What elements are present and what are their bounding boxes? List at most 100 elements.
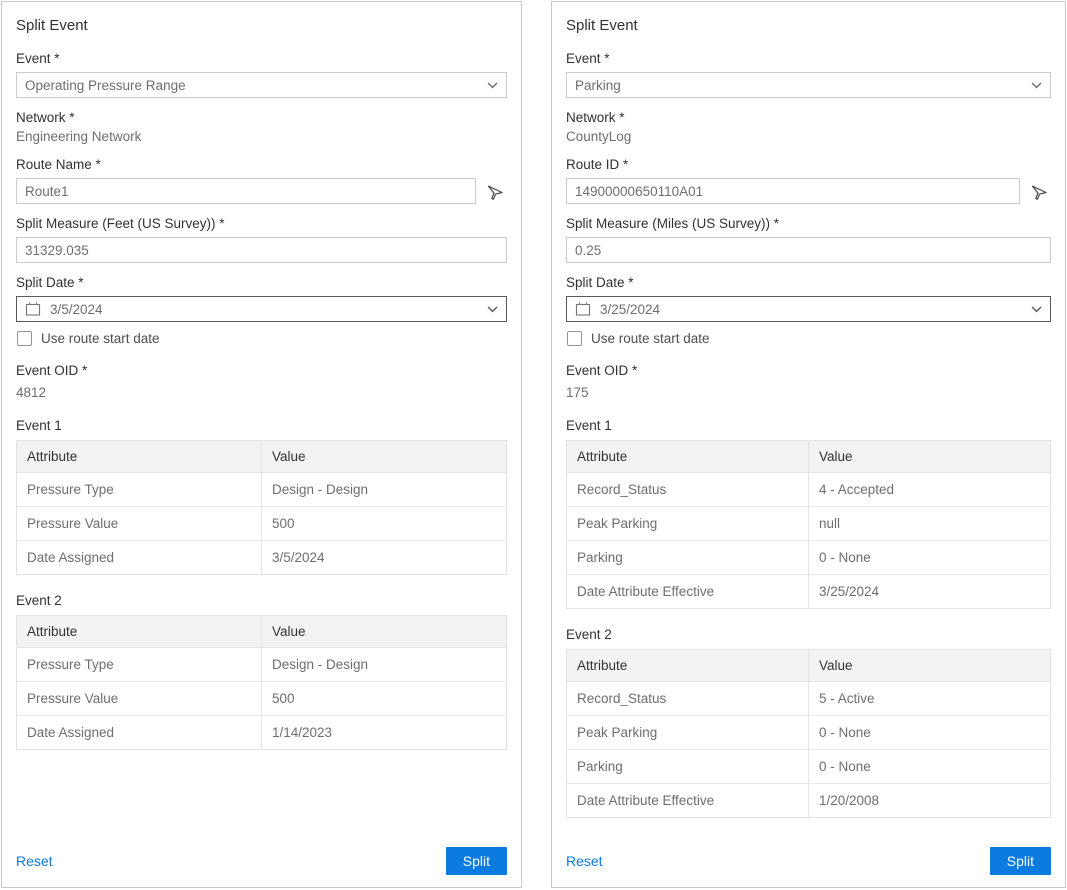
attribute-cell: Pressure Value: [17, 507, 262, 541]
measure-input[interactable]: [16, 237, 507, 263]
measure-label: Split Measure (Feet (US Survey)) *: [16, 216, 507, 231]
split-button[interactable]: Split: [446, 847, 507, 875]
event-oid-field: Event OID * 4812: [16, 363, 507, 400]
route-label: Route ID *: [566, 157, 1051, 172]
select-location-button[interactable]: [1027, 179, 1051, 203]
measure-field: Split Measure (Feet (US Survey)) *: [16, 216, 507, 263]
event-field: Event * Operating Pressure Range: [16, 51, 507, 98]
attribute-cell: Parking: [567, 541, 809, 575]
use-route-start-date-row: Use route start date: [16, 331, 507, 346]
value-column-header: Value: [809, 441, 1051, 473]
cursor-arrow-icon: [1030, 182, 1049, 201]
event-select[interactable]: Parking: [566, 72, 1051, 98]
attribute-cell: Date Assigned: [17, 716, 262, 750]
value-cell: 1/20/2008: [809, 784, 1051, 818]
value-cell: Design - Design: [262, 648, 507, 682]
attribute-cell: Date Attribute Effective: [567, 575, 809, 609]
cursor-arrow-icon: [486, 182, 505, 201]
event-select-value: Parking: [575, 78, 621, 93]
value-cell: 3/25/2024: [809, 575, 1051, 609]
date-label: Split Date *: [16, 275, 507, 290]
table-header-row: Attribute Value: [17, 616, 507, 648]
chevron-down-icon: [1031, 306, 1042, 313]
table-row: Date Attribute Effective 3/25/2024: [567, 575, 1051, 609]
value-column-header: Value: [262, 441, 507, 473]
value-cell: 4 - Accepted: [809, 473, 1051, 507]
use-route-start-date-row: Use route start date: [566, 331, 1051, 346]
event-oid-value: 4812: [16, 385, 507, 400]
panel-title: Split Event: [566, 17, 1051, 34]
event-label: Event *: [566, 51, 1051, 66]
table-header-row: Attribute Value: [567, 441, 1051, 473]
value-cell: null: [809, 507, 1051, 541]
route-input[interactable]: [16, 178, 476, 204]
value-cell: 0 - None: [809, 541, 1051, 575]
event-oid-label: Event OID *: [566, 363, 1051, 378]
route-field: Route Name *: [16, 157, 507, 204]
network-value: Engineering Network: [16, 129, 507, 144]
event2-table: Attribute Value Pressure Type Design - D…: [16, 615, 507, 750]
measure-field: Split Measure (Miles (US Survey)) *: [566, 216, 1051, 263]
event-select-value: Operating Pressure Range: [25, 78, 186, 93]
date-value: 3/25/2024: [600, 302, 660, 317]
value-cell: Design - Design: [262, 473, 507, 507]
panel-footer: Reset Split: [566, 847, 1051, 875]
attribute-cell: Date Attribute Effective: [567, 784, 809, 818]
value-cell: 0 - None: [809, 716, 1051, 750]
network-label: Network *: [566, 110, 1051, 125]
table-row: Pressure Value 500: [17, 507, 507, 541]
table-row: Pressure Value 500: [17, 682, 507, 716]
table-row: Date Assigned 3/5/2024: [17, 541, 507, 575]
event-select[interactable]: Operating Pressure Range: [16, 72, 507, 98]
route-field: Route ID *: [566, 157, 1051, 204]
value-cell: 1/14/2023: [262, 716, 507, 750]
measure-input[interactable]: [566, 237, 1051, 263]
attribute-cell: Parking: [567, 750, 809, 784]
date-field: Split Date * 3/25/2024: [566, 275, 1051, 322]
date-field: Split Date * 3/5/2024: [16, 275, 507, 322]
reset-link[interactable]: Reset: [566, 853, 603, 869]
date-value: 3/5/2024: [50, 302, 103, 317]
event2-section-title: Event 2: [566, 627, 1051, 642]
route-label: Route Name *: [16, 157, 507, 172]
value-cell: 3/5/2024: [262, 541, 507, 575]
route-input[interactable]: [566, 178, 1020, 204]
value-cell: 0 - None: [809, 750, 1051, 784]
table-header-row: Attribute Value: [567, 650, 1051, 682]
event-oid-value: 175: [566, 385, 1051, 400]
use-route-start-date-label: Use route start date: [591, 331, 710, 346]
split-button[interactable]: Split: [990, 847, 1051, 875]
attribute-cell: Pressure Value: [17, 682, 262, 716]
value-cell: 5 - Active: [809, 682, 1051, 716]
event2-section-title: Event 2: [16, 593, 507, 608]
value-cell: 500: [262, 507, 507, 541]
event1-section-title: Event 1: [566, 418, 1051, 433]
attribute-column-header: Attribute: [17, 616, 262, 648]
event-field: Event * Parking: [566, 51, 1051, 98]
table-row: Pressure Type Design - Design: [17, 648, 507, 682]
use-route-start-date-checkbox[interactable]: [567, 331, 582, 346]
network-value: CountyLog: [566, 129, 1051, 144]
use-route-start-date-checkbox[interactable]: [17, 331, 32, 346]
value-column-header: Value: [809, 650, 1051, 682]
network-field: Network * CountyLog: [566, 110, 1051, 144]
reset-link[interactable]: Reset: [16, 853, 53, 869]
split-event-page: Split Event Event * Operating Pressure R…: [0, 0, 1067, 890]
panel-footer: Reset Split: [16, 847, 507, 875]
attribute-cell: Pressure Type: [17, 648, 262, 682]
attribute-cell: Record_Status: [567, 682, 809, 716]
table-header-row: Attribute Value: [17, 441, 507, 473]
calendar-icon: [25, 301, 41, 317]
network-field: Network * Engineering Network: [16, 110, 507, 144]
select-location-button[interactable]: [483, 179, 507, 203]
table-row: Date Attribute Effective 1/20/2008: [567, 784, 1051, 818]
attribute-column-header: Attribute: [567, 441, 809, 473]
value-cell: 500: [262, 682, 507, 716]
network-label: Network *: [16, 110, 507, 125]
date-picker[interactable]: 3/25/2024: [566, 296, 1051, 322]
attribute-column-header: Attribute: [567, 650, 809, 682]
table-row: Parking 0 - None: [567, 541, 1051, 575]
measure-label: Split Measure (Miles (US Survey)) *: [566, 216, 1051, 231]
date-picker[interactable]: 3/5/2024: [16, 296, 507, 322]
use-route-start-date-label: Use route start date: [41, 331, 160, 346]
